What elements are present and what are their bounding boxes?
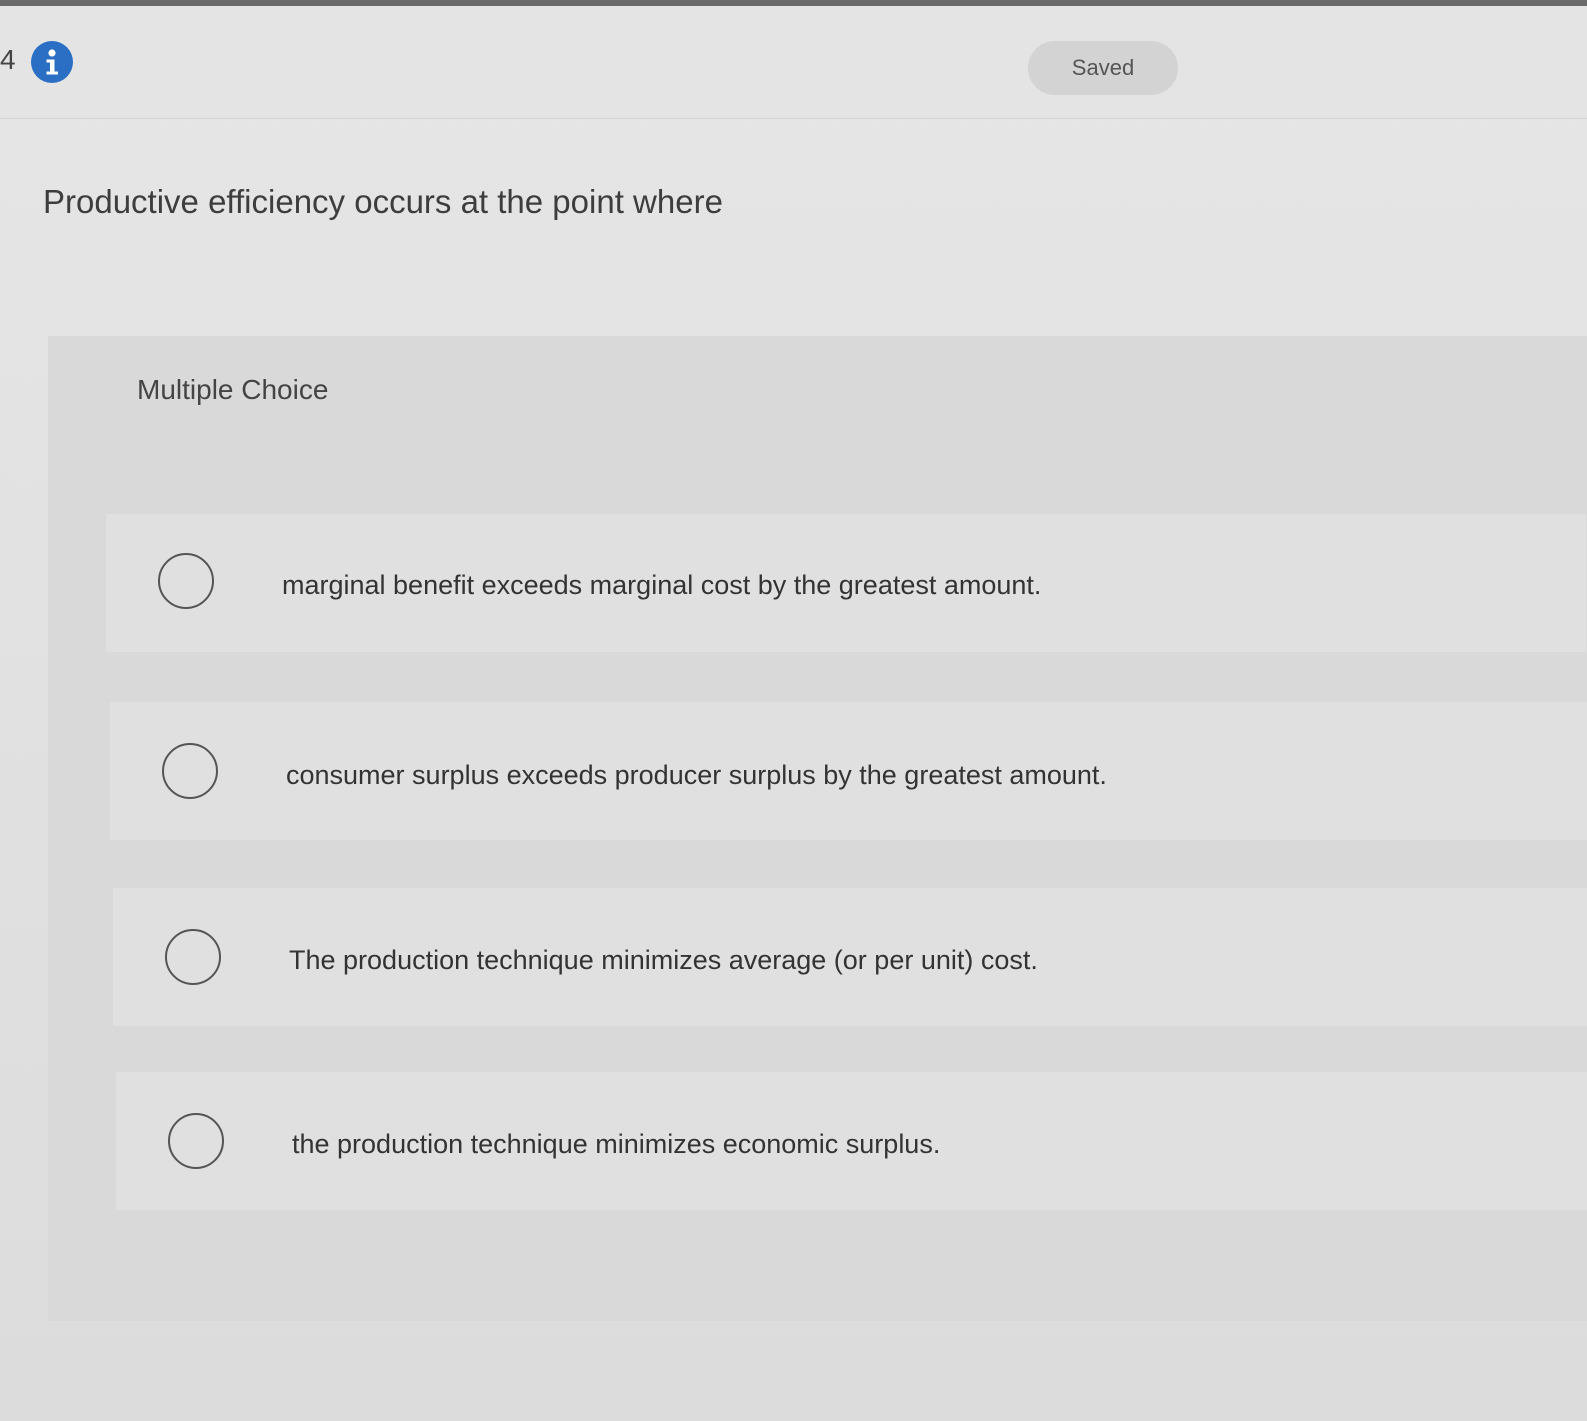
question-header: 4 Saved [0,6,1587,119]
question-prompt: Productive efficiency occurs at the poin… [43,183,723,220]
choice-option-3[interactable]: The production technique minimizes avera… [113,888,1587,1026]
radio-button[interactable] [162,743,218,799]
choice-option-label: the production technique minimizes econo… [292,1129,941,1159]
choice-option-label: The production technique minimizes avera… [289,945,1038,975]
choice-option-2[interactable]: consumer surplus exceeds producer surplu… [110,702,1587,840]
multiple-choice-heading: Multiple Choice [137,374,329,405]
radio-button[interactable] [158,553,214,609]
question-number: 4 [0,44,16,75]
saved-status-badge: Saved [1028,41,1178,95]
info-icon[interactable] [31,41,73,83]
choice-option-4[interactable]: the production technique minimizes econo… [116,1072,1587,1210]
choice-option-label: marginal benefit exceeds marginal cost b… [282,570,1042,600]
choice-option-1[interactable]: marginal benefit exceeds marginal cost b… [106,514,1586,652]
radio-button[interactable] [165,929,221,985]
choice-option-label: consumer surplus exceeds producer surplu… [286,760,1107,790]
radio-button[interactable] [168,1113,224,1169]
